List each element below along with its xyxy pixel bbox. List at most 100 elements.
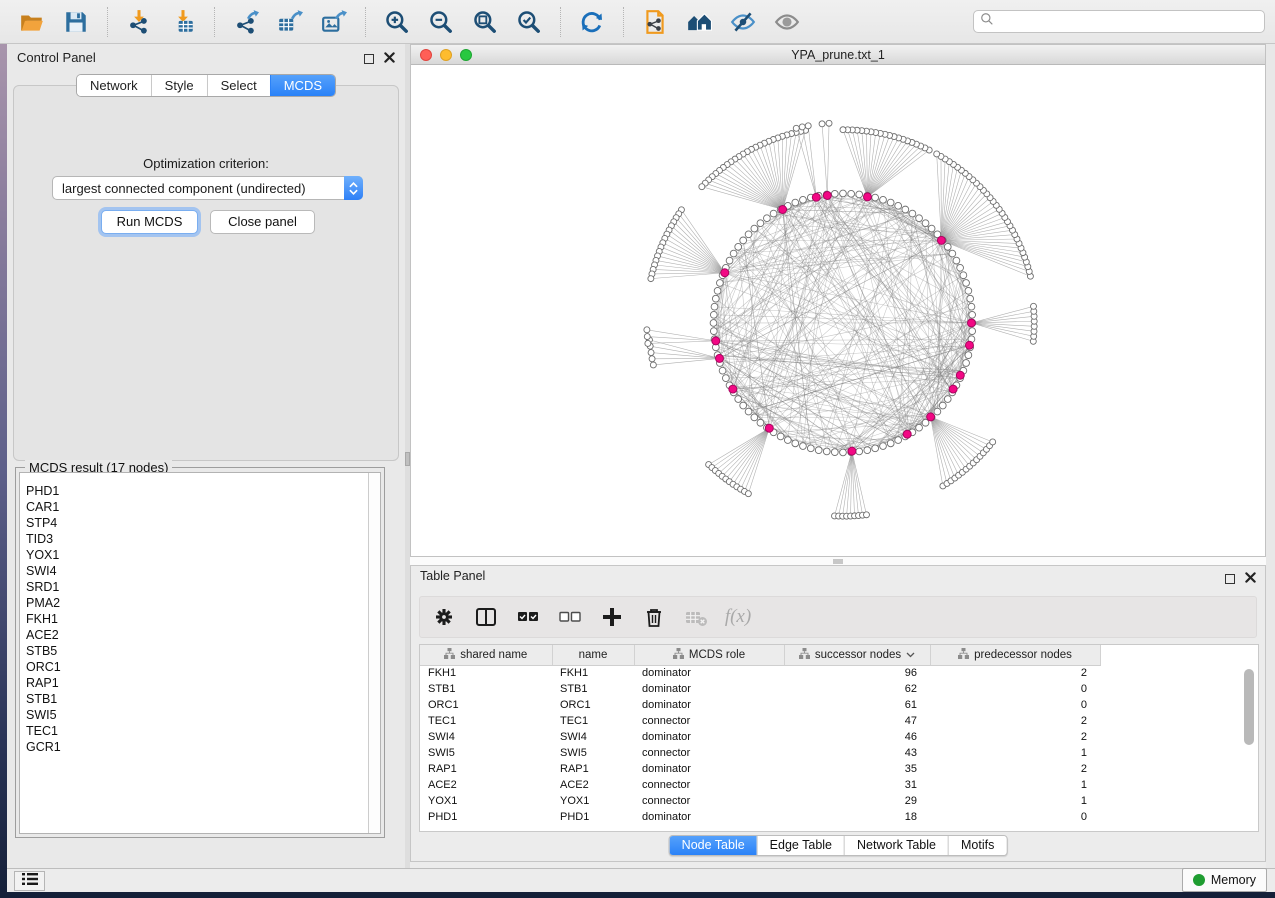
import-network-icon[interactable]	[124, 7, 154, 37]
show-columns-icon[interactable]	[472, 603, 500, 631]
tab-motifs[interactable]: Motifs	[948, 836, 1006, 855]
mcds-result-item[interactable]: FKH1	[26, 611, 380, 627]
table-row[interactable]: ORC1ORC1dominator610	[420, 697, 1101, 713]
tab-mcds[interactable]: MCDS	[270, 75, 335, 96]
float-panel-icon[interactable]	[364, 54, 374, 64]
close-panel-icon[interactable]	[384, 50, 395, 68]
search-input[interactable]	[994, 15, 1264, 29]
mcds-result-item[interactable]: SWI4	[26, 563, 380, 579]
table-row[interactable]: YOX1YOX1connector291	[420, 793, 1101, 809]
table-mode-gear-icon[interactable]	[430, 603, 458, 631]
column-header[interactable]: name	[552, 645, 634, 665]
column-header[interactable]: successor nodes	[784, 645, 930, 665]
mcds-result-list: PHD1CAR1STP4TID3YOX1SWI4SRD1PMA2FKH1ACE2…	[19, 472, 381, 834]
status-bar: Memory	[7, 868, 1275, 892]
search-field[interactable]	[973, 10, 1265, 33]
hierarchy-icon	[958, 648, 969, 662]
zoom-selected-icon[interactable]	[514, 7, 544, 37]
table-scrollbar-thumb[interactable]	[1244, 669, 1254, 745]
run-mcds-button[interactable]: Run MCDS	[101, 210, 198, 234]
control-panel: Control Panel NetworkStyleSelectMCDS Opt…	[7, 44, 405, 868]
tab-node-table[interactable]: Node Table	[670, 836, 757, 855]
column-header[interactable]: shared name	[420, 645, 552, 665]
home-icon[interactable]	[684, 7, 714, 37]
mcds-result-item[interactable]: STB5	[26, 643, 380, 659]
import-table-icon[interactable]	[168, 7, 198, 37]
main-toolbar	[0, 0, 1275, 44]
optimization-criterion-label: Optimization criterion:	[14, 156, 398, 171]
hide-graphics-details-icon[interactable]	[728, 7, 758, 37]
open-session-icon[interactable]	[17, 7, 47, 37]
table-row[interactable]: PHD1PHD1dominator180	[420, 809, 1101, 825]
table-header-row: shared namenameMCDS rolesuccessor nodesp…	[420, 645, 1101, 665]
delete-column-icon[interactable]	[640, 603, 668, 631]
mcds-list-scrollbar[interactable]	[368, 473, 380, 833]
save-session-icon[interactable]	[61, 7, 91, 37]
mcds-result-item[interactable]: ACE2	[26, 627, 380, 643]
network-window-title: YPA_prune.txt_1	[411, 48, 1265, 62]
memory-status-icon	[1193, 874, 1205, 886]
divider-grip[interactable]	[833, 559, 843, 564]
show-graphics-details-icon[interactable]	[772, 7, 802, 37]
mcds-result-item[interactable]: ORC1	[26, 659, 380, 675]
mcds-result-item[interactable]: PHD1	[26, 483, 380, 499]
table-row[interactable]: ACE2ACE2connector311	[420, 777, 1101, 793]
toolbar-separator	[107, 7, 108, 37]
mcds-result-item[interactable]: STB1	[26, 691, 380, 707]
table-scrollbar[interactable]	[1243, 666, 1256, 830]
table-tabbar: Node TableEdge TableNetwork TableMotifs	[669, 835, 1008, 856]
create-column-icon[interactable]	[598, 603, 626, 631]
function-builder-icon: f(x)	[724, 603, 752, 631]
mcds-result-groupbox: MCDS result (17 nodes) PHD1CAR1STP4TID3Y…	[15, 467, 385, 838]
export-image-icon[interactable]	[319, 7, 349, 37]
network-window-titlebar[interactable]: YPA_prune.txt_1	[411, 45, 1265, 65]
float-panel-icon[interactable]	[1225, 574, 1235, 584]
column-header[interactable]: predecessor nodes	[930, 645, 1100, 665]
table-row[interactable]: RAP1RAP1dominator352	[420, 761, 1101, 777]
toolbar-separator	[623, 7, 624, 37]
right-area: YPA_prune.txt_1 Table Panel f(x) shared	[410, 44, 1266, 868]
tab-select[interactable]: Select	[207, 75, 270, 96]
refresh-icon[interactable]	[577, 7, 607, 37]
export-network-icon[interactable]	[231, 7, 261, 37]
close-panel-button[interactable]: Close panel	[210, 210, 315, 234]
select-all-rows-icon[interactable]	[514, 603, 542, 631]
table-row[interactable]: SWI5SWI5connector431	[420, 745, 1101, 761]
mcds-result-item[interactable]: SWI5	[26, 707, 380, 723]
optimization-select[interactable]: largest connected component (undirected)	[52, 176, 363, 200]
network-graph[interactable]	[411, 65, 1265, 556]
table-row[interactable]: FKH1FKH1dominator962	[420, 665, 1101, 681]
mcds-result-item[interactable]: PMA2	[26, 595, 380, 611]
mcds-result-item[interactable]: YOX1	[26, 547, 380, 563]
mcds-result-item[interactable]: TEC1	[26, 723, 380, 739]
zoom-in-icon[interactable]	[382, 7, 412, 37]
column-header[interactable]: MCDS role	[634, 645, 784, 665]
mcds-result-item[interactable]: SRD1	[26, 579, 380, 595]
tab-network-table[interactable]: Network Table	[844, 836, 948, 855]
network-canvas[interactable]	[411, 65, 1265, 556]
status-menu-button[interactable]	[14, 871, 45, 891]
horizontal-split-divider[interactable]	[410, 557, 1266, 565]
close-panel-icon[interactable]	[1245, 570, 1256, 588]
search-icon	[980, 12, 994, 31]
sort-chevron-icon	[906, 649, 915, 661]
mcds-result-item[interactable]: TID3	[26, 531, 380, 547]
table-row[interactable]: TEC1TEC1connector472	[420, 713, 1101, 729]
network-from-file-icon[interactable]	[640, 7, 670, 37]
table-row[interactable]: SWI4SWI4dominator462	[420, 729, 1101, 745]
mcds-result-item[interactable]: STP4	[26, 515, 380, 531]
tab-style[interactable]: Style	[151, 75, 207, 96]
mcds-result-item[interactable]: GCR1	[26, 739, 380, 755]
tab-network[interactable]: Network	[77, 75, 151, 96]
deselect-all-rows-icon[interactable]	[556, 603, 584, 631]
memory-button[interactable]: Memory	[1182, 868, 1267, 892]
node-table: shared namenameMCDS rolesuccessor nodesp…	[419, 644, 1259, 832]
zoom-out-icon[interactable]	[426, 7, 456, 37]
export-table-icon[interactable]	[275, 7, 305, 37]
table-row[interactable]: STB1STB1dominator620	[420, 681, 1101, 697]
hierarchy-icon	[673, 648, 684, 662]
tab-edge-table[interactable]: Edge Table	[757, 836, 844, 855]
mcds-result-item[interactable]: RAP1	[26, 675, 380, 691]
zoom-fit-icon[interactable]	[470, 7, 500, 37]
mcds-result-item[interactable]: CAR1	[26, 499, 380, 515]
